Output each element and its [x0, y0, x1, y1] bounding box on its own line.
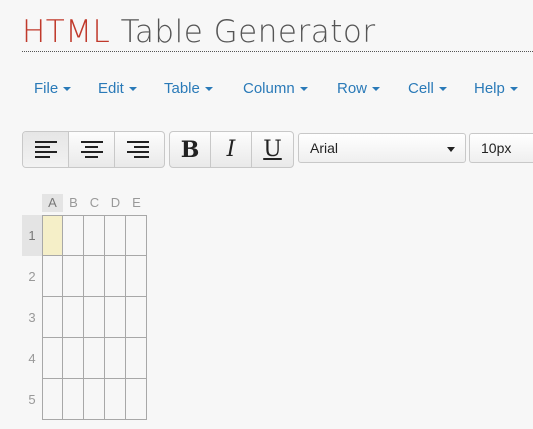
menu-edit-label: Edit	[98, 80, 124, 97]
chevron-down-icon	[372, 87, 381, 92]
menu-edit[interactable]: Edit	[98, 80, 137, 97]
table-cell-b1[interactable]	[63, 215, 84, 256]
title-rest: Table Generator	[110, 14, 376, 50]
table-cell-d5[interactable]	[105, 379, 126, 420]
chevron-down-icon	[204, 87, 213, 92]
menu-table-label: Table	[164, 80, 200, 97]
row-header[interactable]: 3	[22, 297, 42, 338]
title-accent: HTML	[22, 14, 111, 50]
table-cell-b5[interactable]	[63, 379, 84, 420]
menu-help-label: Help	[474, 80, 505, 97]
chevron-down-icon	[438, 87, 447, 92]
chevron-down-icon	[63, 87, 72, 92]
font-size-select[interactable]: 10px	[469, 133, 533, 163]
table-cell-a1[interactable]	[42, 215, 63, 256]
table-cell-a2[interactable]	[42, 256, 63, 297]
row-header[interactable]: 1	[22, 215, 42, 256]
menu-cell[interactable]: Cell	[408, 80, 447, 97]
table-cell-b4[interactable]	[63, 338, 84, 379]
font-family-value: Arial	[310, 140, 339, 156]
chevron-down-icon	[299, 87, 308, 92]
table-cell-a3[interactable]	[42, 297, 63, 338]
font-size-value: 10px	[481, 140, 512, 156]
table-cell-c2[interactable]	[84, 256, 105, 297]
table-cell-d2[interactable]	[105, 256, 126, 297]
alignment-group	[22, 131, 165, 168]
column-header[interactable]: A	[42, 194, 63, 212]
menu-row-label: Row	[337, 80, 368, 97]
table-cell-e5[interactable]	[126, 379, 147, 420]
column-header[interactable]: C	[84, 194, 105, 212]
table-cell-c3[interactable]	[84, 297, 105, 338]
italic-icon: I	[226, 137, 236, 162]
underline-icon: U	[263, 137, 282, 162]
chevron-down-icon	[128, 87, 137, 92]
row-header[interactable]: 5	[22, 379, 42, 420]
chevron-down-icon	[509, 87, 518, 92]
bold-button[interactable]: B	[170, 132, 211, 167]
menu-column-label: Column	[243, 80, 295, 97]
bold-icon: B	[180, 136, 200, 163]
column-header[interactable]: B	[63, 194, 84, 212]
table-cell-e3[interactable]	[126, 297, 147, 338]
align-left-icon	[34, 141, 57, 158]
menu-table[interactable]: Table	[164, 80, 213, 97]
column-header[interactable]: D	[105, 194, 126, 212]
align-left-button[interactable]	[23, 132, 69, 167]
menu-help[interactable]: Help	[474, 80, 518, 97]
align-center-button[interactable]	[69, 132, 115, 167]
table-cell-c1[interactable]	[84, 215, 105, 256]
menu-cell-label: Cell	[408, 80, 434, 97]
menu-file-label: File	[34, 80, 59, 97]
table-cell-c5[interactable]	[84, 379, 105, 420]
table-cell-b3[interactable]	[63, 297, 84, 338]
align-right-button[interactable]	[115, 132, 161, 167]
column-header[interactable]: E	[126, 194, 147, 212]
table-cell-c4[interactable]	[84, 338, 105, 379]
format-group: B I U	[169, 131, 294, 168]
table-cell-a4[interactable]	[42, 338, 63, 379]
align-center-icon	[80, 141, 103, 158]
table-cell-d1[interactable]	[105, 215, 126, 256]
row-header[interactable]: 2	[22, 256, 42, 297]
menu-column[interactable]: Column	[243, 80, 308, 97]
dropdown-arrow-icon	[447, 147, 455, 152]
menu-row[interactable]: Row	[337, 80, 381, 97]
italic-button[interactable]: I	[211, 132, 252, 167]
table-cell-e2[interactable]	[126, 256, 147, 297]
underline-button[interactable]: U	[252, 132, 293, 167]
table-cell-d3[interactable]	[105, 297, 126, 338]
font-family-select[interactable]: Arial	[298, 133, 466, 163]
row-header[interactable]: 4	[22, 338, 42, 379]
table-cell-e4[interactable]	[126, 338, 147, 379]
title-divider	[22, 51, 533, 52]
menu-file[interactable]: File	[34, 80, 72, 97]
align-right-icon	[127, 141, 149, 158]
table-cell-b2[interactable]	[63, 256, 84, 297]
table-cell-e1[interactable]	[126, 215, 147, 256]
app-title: HTML Table Generator	[22, 14, 376, 50]
table-cell-a5[interactable]	[42, 379, 63, 420]
table-cell-d4[interactable]	[105, 338, 126, 379]
